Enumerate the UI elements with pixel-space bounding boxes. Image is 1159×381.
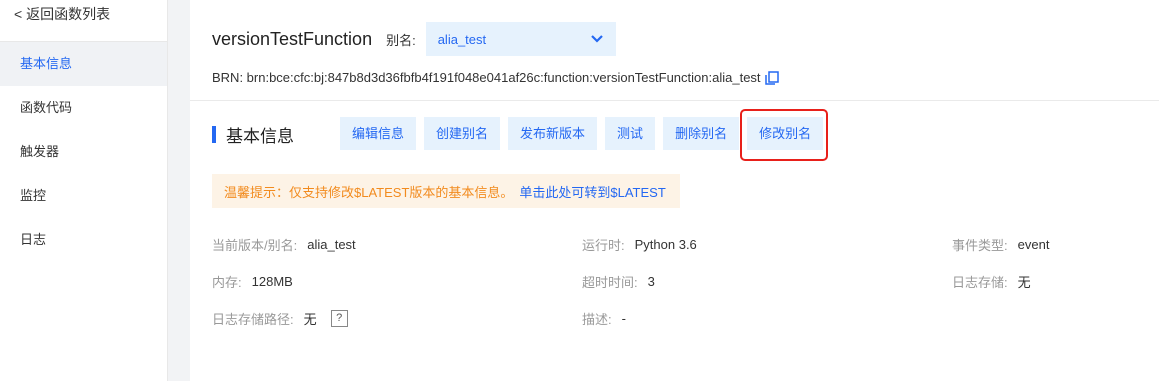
info-label: 日志存储: bbox=[952, 275, 1008, 290]
info-event-type: 事件类型: event bbox=[952, 235, 1049, 254]
alias-select-value: alia_test bbox=[437, 31, 487, 47]
info-label: 运行时: bbox=[582, 238, 625, 253]
alias-select[interactable]: alia_test bbox=[425, 22, 616, 56]
info-value: - bbox=[621, 311, 626, 326]
delete-alias-button[interactable]: 删除别名 bbox=[663, 117, 740, 150]
info-label: 当前版本/别名: bbox=[212, 238, 298, 253]
notice-text: 温馨提示：仅支持修改$LATEST版本的基本信息。 bbox=[224, 184, 514, 200]
main-panel: versionTestFunction 别名: alia_test BRN: b… bbox=[190, 0, 1159, 381]
info-value: 3 bbox=[647, 274, 655, 289]
info-timeout: 超时时间: 3 bbox=[582, 272, 655, 291]
sidebar-item-function-code[interactable]: 函数代码 bbox=[0, 86, 167, 130]
sidebar-item-basic-info[interactable]: 基本信息 bbox=[0, 42, 167, 86]
alias-label: 别名: bbox=[386, 32, 416, 48]
info-value: 128MB bbox=[251, 274, 293, 289]
header-divider bbox=[190, 100, 1159, 101]
sidebar: < 返回函数列表 基本信息 函数代码 触发器 监控 日志 bbox=[0, 0, 168, 381]
info-value: event bbox=[1017, 237, 1050, 252]
function-header: versionTestFunction 别名: alia_test bbox=[212, 22, 616, 56]
publish-version-button[interactable]: 发布新版本 bbox=[508, 117, 598, 150]
info-log-storage: 日志存储: 无 bbox=[952, 272, 1031, 291]
back-to-function-list-link[interactable]: < 返回函数列表 bbox=[0, 0, 167, 42]
info-memory: 内存: 128MB bbox=[212, 272, 293, 291]
notice-banner: 温馨提示：仅支持修改$LATEST版本的基本信息。 单击此处可转到$LATEST bbox=[212, 174, 680, 208]
edit-info-button[interactable]: 编辑信息 bbox=[340, 117, 417, 150]
section-title-bar bbox=[212, 125, 216, 143]
go-to-latest-link[interactable]: 单击此处可转到$LATEST bbox=[519, 182, 665, 201]
copy-icon[interactable] bbox=[764, 70, 779, 85]
info-label: 内存: bbox=[212, 275, 242, 290]
info-label: 描述: bbox=[582, 312, 612, 327]
section-title-text: 基本信息 bbox=[226, 126, 294, 146]
chevron-down-icon bbox=[590, 35, 603, 43]
function-name: versionTestFunction bbox=[212, 28, 373, 49]
info-value: 无 bbox=[303, 312, 317, 327]
brn-row: BRN: brn:bce:cfc:bj:847b8d3d36fbfb4f191f… bbox=[212, 70, 779, 85]
brn-text: BRN: brn:bce:cfc:bj:847b8d3d36fbfb4f191f… bbox=[212, 70, 761, 85]
test-button[interactable]: 测试 bbox=[605, 117, 656, 150]
sidebar-item-monitoring[interactable]: 监控 bbox=[0, 174, 167, 218]
info-description: 描述: - bbox=[582, 309, 626, 328]
create-alias-button[interactable]: 创建别名 bbox=[424, 117, 501, 150]
action-button-row: 编辑信息 创建别名 发布新版本 测试 删除别名 修改别名 bbox=[340, 117, 831, 150]
info-label: 事件类型: bbox=[952, 238, 1008, 253]
info-label: 日志存储路径: bbox=[212, 312, 294, 327]
help-icon[interactable]: ? bbox=[330, 310, 348, 327]
modify-alias-button[interactable]: 修改别名 bbox=[747, 117, 824, 150]
info-runtime: 运行时: Python 3.6 bbox=[582, 235, 697, 254]
info-log-path: 日志存储路径: 无 ? bbox=[212, 309, 348, 328]
sidebar-item-triggers[interactable]: 触发器 bbox=[0, 130, 167, 174]
info-value: Python 3.6 bbox=[634, 237, 697, 252]
info-value: alia_test bbox=[307, 237, 356, 252]
info-value: 无 bbox=[1017, 275, 1031, 290]
section-title: 基本信息 bbox=[212, 122, 294, 146]
info-version-alias: 当前版本/别名: alia_test bbox=[212, 235, 356, 254]
info-label: 超时时间: bbox=[582, 275, 638, 290]
sidebar-item-logs[interactable]: 日志 bbox=[0, 218, 167, 262]
